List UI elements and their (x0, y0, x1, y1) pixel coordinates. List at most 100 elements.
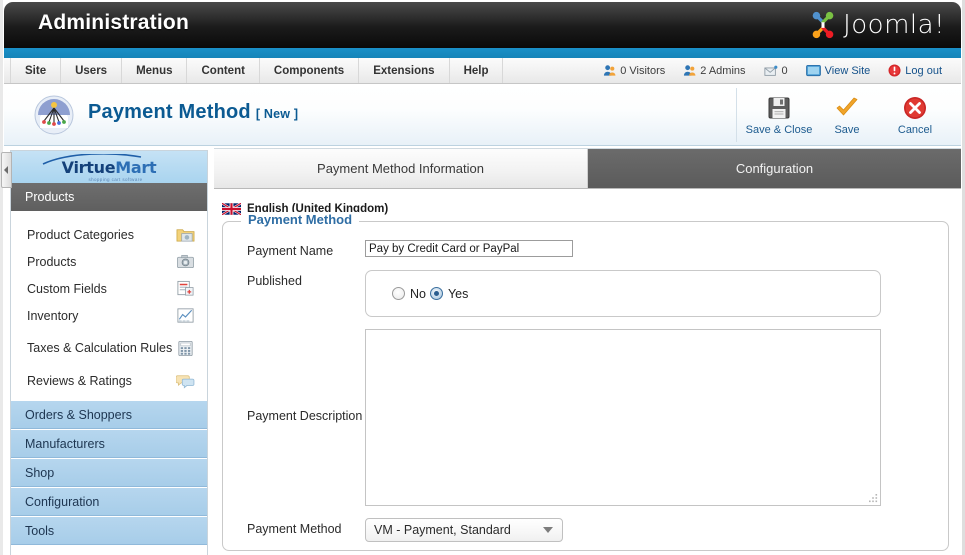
sidebar-section-shop[interactable]: Shop (11, 458, 207, 487)
save-label: Save (834, 124, 860, 136)
status-view-site[interactable]: View Site (797, 58, 880, 83)
sidebar-item-label: Custom Fields (27, 281, 107, 296)
menu-item-components[interactable]: Components (260, 58, 360, 83)
virtuemart-tagline: shopping cart software (88, 177, 143, 182)
published-radio-group: No Yes (365, 270, 881, 317)
cancel-icon (904, 97, 926, 119)
fieldset-legend: Payment Method (241, 212, 360, 227)
sidebar-item-reviews-and-ratings[interactable]: Reviews & Ratings (11, 367, 207, 394)
sidebar-item-product-categories[interactable]: Product Categories (11, 221, 207, 248)
cancel-label: Cancel (897, 124, 933, 136)
resize-grip-icon[interactable] (869, 494, 878, 503)
main-content: Payment Method Information Configuration… (214, 148, 961, 555)
menu-item-menus[interactable]: Menus (122, 58, 188, 83)
comments-icon (176, 375, 195, 389)
radio-yes[interactable] (429, 287, 443, 300)
menu-item-users[interactable]: Users (61, 58, 123, 83)
payment-method-label: Payment Method (247, 522, 342, 536)
cancel-button[interactable]: Cancel (881, 92, 949, 136)
status-messages[interactable]: 0 (755, 58, 797, 83)
published-label: Published (247, 274, 302, 288)
chevron-left-icon (4, 166, 8, 174)
payment-method-icon (34, 95, 74, 135)
sidebar-item-label: Taxes & Calculation Rules (27, 341, 173, 355)
sidebar-section-products[interactable]: Products (11, 183, 207, 211)
joomla-wordmark: Joomla! (843, 10, 945, 40)
joomla-logo-icon (812, 11, 834, 39)
main-menubar: Site Users Menus Content Components Exte… (4, 58, 961, 84)
page-toolbar: Save & Close Save Cancel (736, 88, 957, 142)
sidebar-section-tools[interactable]: Tools (11, 516, 207, 545)
tab-payment-method-information[interactable]: Payment Method Information (214, 149, 588, 188)
payment-method-select[interactable]: VM - Payment, Standard (365, 518, 563, 542)
sidebar-item-products[interactable]: Products (11, 248, 207, 275)
tab-configuration[interactable]: Configuration (588, 149, 961, 188)
payment-method-fieldset: Payment Method Payment Name Published No… (222, 212, 949, 551)
calculator-icon (178, 340, 193, 356)
virtuemart-logo[interactable]: VirtueMart shopping cart software (11, 151, 207, 183)
admin-title: Administration (38, 11, 189, 34)
swoosh-icon (42, 154, 142, 165)
page-title-state: [ New ] (255, 107, 299, 121)
status-view-site-label: View Site (824, 64, 871, 77)
radio-no-label: No (410, 286, 426, 301)
status-admins[interactable]: 2 Admins (674, 58, 754, 83)
custom-fields-icon (177, 280, 194, 296)
field-row-published: Published No Yes (233, 270, 938, 317)
field-row-payment-description: Payment Description (233, 329, 938, 506)
status-visitors-label: 0 Visitors (620, 64, 666, 77)
radio-no[interactable] (392, 287, 405, 300)
folder-icon (176, 229, 195, 242)
published-option-yes[interactable]: Yes (429, 287, 468, 301)
payment-name-label: Payment Name (247, 244, 334, 258)
save-close-icon (768, 97, 790, 119)
page-title: Payment Method [ New ] (88, 101, 298, 124)
payment-description-label: Payment Description (247, 409, 363, 423)
logout-icon (888, 64, 901, 77)
payment-method-selected-value: VM - Payment, Standard (374, 523, 511, 537)
status-visitors[interactable]: 0 Visitors (594, 58, 674, 83)
status-logout-label: Log out (905, 64, 942, 77)
view-site-icon (805, 64, 821, 76)
field-row-payment-name: Payment Name (233, 240, 938, 258)
chevron-down-icon (543, 527, 553, 533)
sidebar-product-links: Product Categories Products Custom Field… (11, 211, 207, 400)
sidebar-item-label: Inventory (27, 308, 79, 323)
menu-item-site[interactable]: Site (10, 58, 62, 83)
status-area: 0 Visitors 2 Admins 0 View Site Log out (594, 58, 961, 83)
status-logout[interactable]: Log out (879, 58, 951, 83)
menu-item-extensions[interactable]: Extensions (359, 58, 450, 83)
menu-item-help[interactable]: Help (450, 58, 504, 83)
uk-flag-icon (222, 203, 241, 215)
virtuemart-sidebar: VirtueMart shopping cart software Produc… (10, 150, 208, 555)
chart-icon (177, 308, 194, 323)
sidebar-item-inventory[interactable]: Inventory (11, 302, 207, 329)
save-and-close-button[interactable]: Save & Close (745, 92, 813, 136)
sidebar-collapse-toggle[interactable] (1, 152, 12, 188)
published-option-no[interactable]: No (392, 287, 426, 301)
messages-icon (763, 65, 777, 76)
sidebar-section-manufacturers[interactable]: Manufacturers (11, 429, 207, 458)
payment-name-input[interactable] (365, 240, 573, 257)
sidebar-item-taxes-and-calculation-rules[interactable]: Taxes & Calculation Rules (11, 329, 207, 367)
status-admins-label: 2 Admins (700, 64, 746, 77)
camera-icon (177, 254, 194, 269)
sidebar-item-custom-fields[interactable]: Custom Fields (11, 275, 207, 302)
sidebar-item-label: Products (27, 254, 77, 269)
sidebar-section-configuration[interactable]: Configuration (11, 487, 207, 516)
page-title-text: Payment Method (88, 101, 251, 123)
sidebar-item-label: Reviews & Ratings (27, 373, 132, 388)
save-button[interactable]: Save (813, 92, 881, 136)
admin-page: Administration Joomla! Site Users Menus … (0, 0, 965, 555)
payment-description-textarea[interactable] (366, 330, 880, 505)
accent-stripe (4, 48, 961, 58)
payment-description-textarea-wrap (365, 329, 881, 506)
visitors-icon (604, 65, 616, 76)
admins-icon (684, 65, 696, 76)
joomla-logo: Joomla! (808, 7, 945, 43)
menu-item-content[interactable]: Content (187, 58, 260, 83)
status-messages-label: 0 (781, 64, 788, 77)
tab-strip: Payment Method Information Configuration (214, 149, 961, 189)
sidebar-section-orders-and-shoppers[interactable]: Orders & Shoppers (11, 400, 207, 429)
menubar-spacer (503, 58, 594, 83)
